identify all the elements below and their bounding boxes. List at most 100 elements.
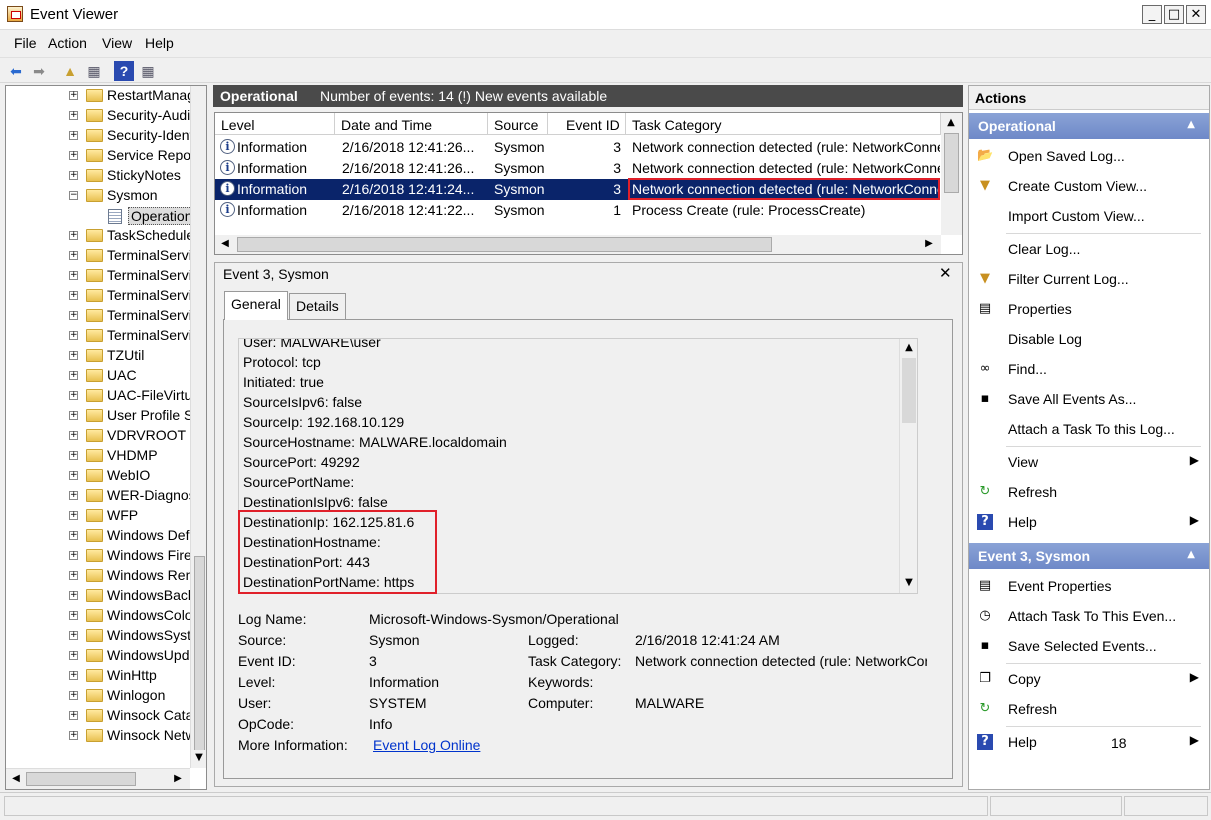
tree-item[interactable]: + TerminalServices-LocalSession — [6, 286, 191, 306]
event-scroll-right-icon[interactable]: ▶ — [921, 236, 937, 252]
expand-icon[interactable]: + — [69, 451, 78, 460]
action-item[interactable]: ▼ Create Custom View... — [969, 172, 1209, 200]
action-item[interactable]: ↻ Refresh — [969, 478, 1209, 506]
tree-item[interactable]: + WFP — [6, 506, 191, 526]
action-item[interactable]: Disable Log — [969, 325, 1209, 353]
show-hide-tree-icon[interactable]: ▦ — [84, 61, 104, 81]
action-item[interactable]: ▪ Save All Events As... — [969, 385, 1209, 413]
expand-icon[interactable]: + — [69, 351, 78, 360]
event-hscroll-thumb[interactable] — [237, 237, 772, 252]
menu-action[interactable]: Action — [48, 35, 87, 51]
tree-item[interactable]: + TaskScheduler — [6, 226, 191, 246]
help-icon[interactable]: ? — [114, 61, 134, 81]
tree-scroll-thumb[interactable] — [194, 556, 205, 756]
column-task-category[interactable]: Task Category — [626, 113, 941, 135]
tree-scroll-left-icon[interactable]: ◀ — [8, 771, 24, 787]
expand-icon[interactable]: + — [69, 231, 78, 240]
tree-item[interactable]: + RestartManager — [6, 86, 191, 106]
up-folder-icon[interactable]: ▲ — [60, 61, 80, 81]
tree-horizontal-scrollbar[interactable]: ◀ ▶ — [6, 768, 190, 789]
description-scroll-down-icon[interactable]: ▼ — [901, 575, 917, 591]
expand-icon[interactable]: + — [69, 471, 78, 480]
expand-icon[interactable]: + — [69, 291, 78, 300]
show-action-pane-icon[interactable]: ▦ — [138, 61, 158, 81]
tree-item[interactable]: + TerminalServices-ClientActiveX — [6, 246, 191, 266]
close-button[interactable]: ✕ — [1186, 5, 1206, 24]
maximize-button[interactable]: □ — [1164, 5, 1184, 24]
expand-icon[interactable]: + — [69, 531, 78, 540]
action-item[interactable]: ▤ Properties — [969, 295, 1209, 323]
tree-item[interactable]: + WER-Diagnostics — [6, 486, 191, 506]
action-item[interactable]: View ▶ — [969, 448, 1209, 476]
tree-item[interactable]: + Winsock Network — [6, 726, 191, 746]
expand-icon[interactable]: + — [69, 251, 78, 260]
tree-item[interactable]: + WindowsColorSystem — [6, 606, 191, 626]
action-item[interactable]: Import Custom View... — [969, 202, 1209, 230]
description-vertical-scrollbar[interactable]: ▲ ▼ — [899, 339, 917, 593]
back-arrow-icon[interactable]: ⬅ — [6, 61, 26, 81]
expand-icon[interactable]: + — [69, 651, 78, 660]
tree-item[interactable]: + WinHttp — [6, 666, 191, 686]
tree-item[interactable]: + Security-Auditing — [6, 106, 191, 126]
action-item[interactable]: ▼ Filter Current Log... — [969, 265, 1209, 293]
tree-item[interactable]: + WindowsBackup — [6, 586, 191, 606]
expand-icon[interactable]: + — [69, 571, 78, 580]
tree-item[interactable]: + Windows Remote — [6, 566, 191, 586]
action-item[interactable]: ▪ Save Selected Events... — [969, 632, 1209, 660]
minimize-button[interactable]: _ — [1142, 5, 1162, 24]
actions-section-operational[interactable]: Operational ▲ — [969, 113, 1209, 139]
tree-item[interactable]: + VDRVROOT — [6, 426, 191, 446]
event-scroll-thumb[interactable] — [944, 133, 959, 193]
event-list-horizontal-scrollbar[interactable]: ◀ ▶ — [215, 235, 941, 254]
tree-item[interactable]: + Winsock Catalog — [6, 706, 191, 726]
actions-section-event[interactable]: Event 3, Sysmon ▲ — [969, 543, 1209, 569]
expand-icon[interactable]: + — [69, 591, 78, 600]
tab-details[interactable]: Details — [289, 293, 346, 320]
column-date-time[interactable]: Date and Time — [335, 113, 488, 135]
action-item[interactable]: ↻ Refresh — [969, 695, 1209, 723]
expand-icon[interactable]: + — [69, 371, 78, 380]
collapse-event-section-icon[interactable]: ▲ — [1187, 549, 1195, 560]
event-scroll-left-icon[interactable]: ◀ — [217, 236, 233, 252]
column-level[interactable]: Level — [215, 113, 335, 135]
tree-item[interactable]: − Sysmon — [6, 186, 191, 206]
tree-scroll-right-icon[interactable]: ▶ — [170, 771, 186, 787]
expand-icon[interactable]: + — [69, 171, 78, 180]
tree-item[interactable]: + Security-IdentityListener — [6, 126, 191, 146]
description-scroll-up-icon[interactable]: ▲ — [901, 340, 917, 356]
expand-icon[interactable]: + — [69, 331, 78, 340]
menu-help[interactable]: Help — [145, 35, 174, 51]
tree-item[interactable]: + WebIO — [6, 466, 191, 486]
expand-icon[interactable]: + — [69, 391, 78, 400]
event-row[interactable]: i Information 2/16/2018 12:41:22... Sysmon P… — [215, 200, 939, 221]
expand-icon[interactable]: + — [69, 691, 78, 700]
close-detail-icon[interactable]: ✕ — [939, 264, 952, 282]
event-row[interactable]: i Information 2/16/2018 12:41:26... Sysmon N… — [215, 158, 940, 179]
tree-item[interactable]: + TerminalServices-RemoteConnection — [6, 326, 191, 346]
tree-scroll-down-icon[interactable]: ▼ — [191, 750, 206, 766]
expand-icon[interactable]: + — [69, 131, 78, 140]
expand-icon[interactable]: + — [69, 491, 78, 500]
action-item[interactable]: ▤ Event Properties — [969, 572, 1209, 600]
expand-icon[interactable]: + — [69, 551, 78, 560]
tree-item[interactable]: + TerminalServices-ClientUSB — [6, 266, 191, 286]
tree-item[interactable]: + VHDMP — [6, 446, 191, 466]
tree-item[interactable]: + Service Reporting API — [6, 146, 191, 166]
tree-item[interactable]: + WindowsUpdateClient — [6, 646, 191, 666]
expand-icon[interactable]: + — [69, 431, 78, 440]
action-item[interactable]: ◷ Attach Task To This Even... — [969, 602, 1209, 630]
expand-icon[interactable]: + — [69, 271, 78, 280]
collapse-section-icon[interactable]: ▲ — [1187, 119, 1195, 130]
expand-icon[interactable]: + — [69, 631, 78, 640]
action-item[interactable]: ∞ Find... — [969, 355, 1209, 383]
menu-file[interactable]: File — [14, 35, 37, 51]
event-list-vertical-scrollbar[interactable]: ▲ — [941, 113, 962, 235]
tree-item[interactable]: + Winlogon — [6, 686, 191, 706]
expand-icon[interactable]: + — [69, 411, 78, 420]
forward-arrow-icon[interactable]: ➡ — [29, 61, 49, 81]
event-row[interactable]: i Information 2/16/2018 12:41:26... Sysmon N… — [215, 137, 940, 158]
tree-item[interactable]: + Windows Defender — [6, 526, 191, 546]
action-item[interactable]: ? Help ▶ — [969, 728, 1209, 756]
expand-icon[interactable]: + — [69, 311, 78, 320]
description-scroll-thumb[interactable] — [902, 358, 916, 423]
